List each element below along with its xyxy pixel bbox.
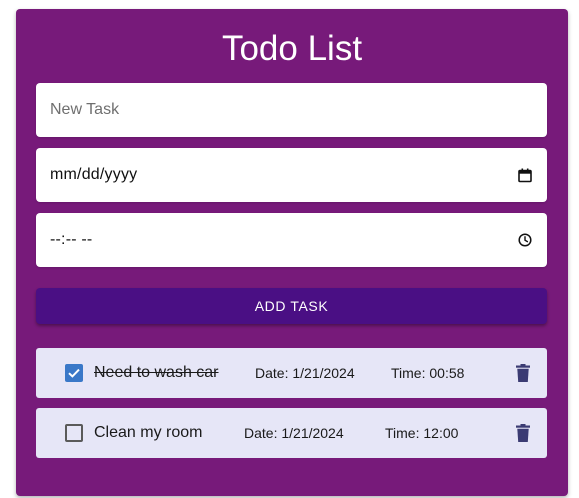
new-task-input[interactable]: New Task: [36, 83, 547, 137]
task-time: Time: 12:00: [385, 425, 459, 441]
trash-icon[interactable]: [516, 348, 532, 398]
task-time: Time: 00:58: [391, 365, 465, 381]
checkbox-checked-icon[interactable]: [65, 364, 83, 382]
app-title: Todo List: [221, 29, 363, 68]
time-input[interactable]: --:-- --: [36, 213, 547, 267]
add-task-button[interactable]: ADD TASK: [36, 288, 547, 324]
todo-card: Todo List New Task mm/dd/yyyy --:-- -- A…: [16, 9, 568, 496]
task-date: Date: 1/21/2024: [244, 425, 344, 441]
task-item: Clean my room Date: 1/21/2024 Time: 12:0…: [36, 408, 547, 458]
date-input[interactable]: mm/dd/yyyy: [36, 148, 547, 202]
time-placeholder: --:-- --: [50, 231, 93, 248]
new-task-placeholder: New Task: [50, 101, 120, 118]
task-name: Clean my room: [94, 424, 203, 441]
checkbox-unchecked-icon[interactable]: [65, 424, 83, 442]
task-name: Need to wash car: [94, 364, 219, 381]
clock-icon[interactable]: [517, 232, 533, 248]
task-date: Date: 1/21/2024: [255, 365, 355, 381]
trash-icon[interactable]: [516, 408, 532, 458]
calendar-icon[interactable]: [517, 167, 533, 183]
task-item: Need to wash car Date: 1/21/2024 Time: 0…: [36, 348, 547, 398]
date-placeholder: mm/dd/yyyy: [50, 166, 138, 183]
